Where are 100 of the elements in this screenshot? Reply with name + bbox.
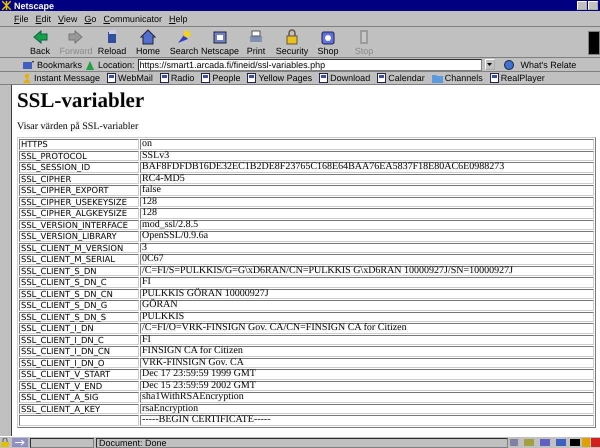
page-heading: SSL-variabler [17, 89, 146, 111]
toolbar-button[interactable]: Shop [310, 28, 346, 56]
table-cell: FINSIGN CA for Citizen [140, 346, 594, 356]
minimize-button[interactable] [577, 1, 587, 10]
table-cell: SSL_CLIENT_M_VERSION [19, 242, 139, 253]
page-intro: Visar värden på SSL-variabler [17, 121, 140, 132]
lock-icon [0, 438, 10, 447]
location-label: Location: [98, 60, 135, 70]
component-bar-drawing [510, 438, 580, 447]
table-cell: SSL_CLIENT_M_SERIAL [19, 254, 139, 264]
toolbar-button[interactable]: Print [238, 28, 274, 56]
table-cell: 128 [140, 196, 594, 207]
table-cell: rsaEncryption [140, 404, 594, 414]
table-cell: /C=FI/O=VRK-FINSIGN Gov. CA/CN=FINSIGN CA for Citizen [140, 323, 594, 334]
table-cell: SSL_VERSION_INTERFACE [19, 220, 139, 230]
table-cell: SSL_CLIENT_S_DN_C [19, 277, 139, 288]
bookmark-button[interactable]: People [201, 73, 240, 83]
bookmark-button[interactable]: RealPlayer [490, 73, 545, 83]
table-cell: Dec 17 23:59:59 1999 GMT [140, 369, 594, 380]
page-icon [201, 73, 210, 83]
table-cell: SSLv3 [140, 150, 594, 161]
bookmark-button[interactable]: Instant Message [22, 73, 100, 83]
table-cell: 128 [140, 208, 594, 218]
menu-item[interactable]: Help [168, 14, 188, 24]
toolbar-icon [176, 28, 192, 44]
table-cell: SSL_CLIENT_S_DN [19, 266, 139, 276]
table-cell: SSL_CLIENT_S_DN_G [19, 300, 139, 310]
table-cell: mod_ssl/2.8.5 [140, 220, 594, 230]
table-cell: FI [140, 277, 594, 288]
table-cell: SSL_CIPHER_ALGKEYSIZE [19, 208, 139, 218]
bookmark-icon [22, 60, 34, 70]
table-cell: SSL_CIPHER [19, 174, 139, 184]
logo-icon [588, 31, 600, 55]
bookmark-button[interactable]: Download [319, 73, 370, 83]
table-cell: false [140, 185, 594, 196]
menu-item[interactable]: Communicator [103, 14, 162, 24]
bookmark-button[interactable]: Calendar [377, 73, 425, 83]
status-text: Document: Done [96, 438, 508, 448]
toolbar-button[interactable]: Reload [94, 28, 130, 56]
toolbar-icon [140, 28, 156, 44]
table-cell: VRK-FINSIGN Gov. CA [140, 358, 594, 368]
table-cell: on [140, 139, 594, 150]
table-cell: FI [140, 334, 594, 345]
table-cell: SSL_CLIENT_V_START [19, 369, 139, 380]
dropdown-button[interactable] [484, 59, 495, 70]
table-cell: SSL_PROTOCOL [19, 150, 139, 161]
toolbar-button[interactable]: Home [130, 28, 166, 56]
page-icon [490, 73, 499, 83]
table-cell: SSL_CLIENT_A_SIG [19, 392, 139, 402]
toolbar-icon [284, 28, 300, 44]
menu-item[interactable]: Edit [36, 14, 52, 24]
toolbar-icon [32, 28, 48, 44]
page-icon [377, 73, 386, 83]
table-cell: GÖRAN [140, 300, 594, 310]
toolbar-button[interactable]: Back [22, 28, 58, 56]
caret-icon [487, 63, 492, 66]
toolbar-button[interactable]: Search [166, 28, 202, 56]
table-cell: SSL_CLIENT_S_DN_S [19, 312, 139, 322]
toolbar-icon [248, 28, 264, 44]
toolbar-button[interactable]: Security [274, 28, 310, 56]
stop-icon [582, 438, 600, 447]
bookmark-button[interactable]: Yellow Pages [247, 73, 312, 83]
menu-item[interactable]: Go [84, 14, 96, 24]
table-cell: SSL_SESSION_ID [19, 162, 139, 172]
app-icon [2, 1, 11, 10]
table-cell: SSL_CLIENT_V_END [19, 380, 139, 391]
window-title: Netscape [14, 0, 56, 10]
page-icon [160, 73, 169, 83]
menu-item[interactable]: File [14, 14, 29, 24]
page-icon [319, 73, 328, 83]
table-cell: SSL_CLIENT_I_DN_C [19, 334, 139, 345]
page-icon [107, 73, 116, 83]
table-cell: SSL_CLIENT_I_DN_O [19, 358, 139, 368]
table-cell: SSL_VERSION_LIBRARY [19, 231, 139, 242]
table-cell: SSL_CLIENT_A_KEY [19, 404, 139, 414]
bookmarks-button[interactable]: Bookmarks [37, 60, 82, 70]
menu-item[interactable]: View [58, 14, 78, 24]
table-cell: RC4-MD5 [140, 174, 594, 184]
whats-related-button[interactable]: What's Relate [520, 60, 576, 70]
table-cell: 3 [140, 242, 594, 253]
person-icon [22, 73, 32, 83]
bookmark-button[interactable]: Channels [432, 73, 483, 83]
bookmark-button[interactable]: Radio [160, 73, 194, 83]
toolbar-icon [68, 28, 84, 44]
maximize-button[interactable] [588, 1, 598, 10]
table-cell: -----BEGIN CERTIFICATE----- [140, 415, 594, 426]
table-cell: 0C67 [140, 254, 594, 264]
table-cell: BAF8FDFDB16DE32EC1B2DE8F23765C168E64BAA76EA5837F18E80AC6E0988273 [140, 162, 594, 172]
table-cell: PULKKIS GÖRAN 10000927J [140, 288, 594, 299]
toolbar-icon [320, 28, 336, 44]
bookmark-button[interactable]: WebMail [107, 73, 153, 83]
table-cell: HTTPS [19, 139, 139, 150]
table-cell: sha1WithRSAEncryption [140, 392, 594, 402]
table-cell: PULKKIS [140, 312, 594, 322]
toolbar-button[interactable]: Netscape [202, 28, 238, 56]
table-cell: SSL_CLIENT_S_DN_CN [19, 288, 139, 299]
table-cell: SSL_CIPHER_USEKEYSIZE [19, 196, 139, 207]
url-field[interactable]: https://smart1.arcada.fi/fineid/ssl-variables.php [138, 58, 482, 70]
table-cell: /C=FI/S=PULKKIS/G=G\xD6RAN/CN=PULKKIS G\xD6RAN 10000927J/SN=10000927J [140, 266, 594, 276]
toolbar-icon [212, 28, 228, 44]
